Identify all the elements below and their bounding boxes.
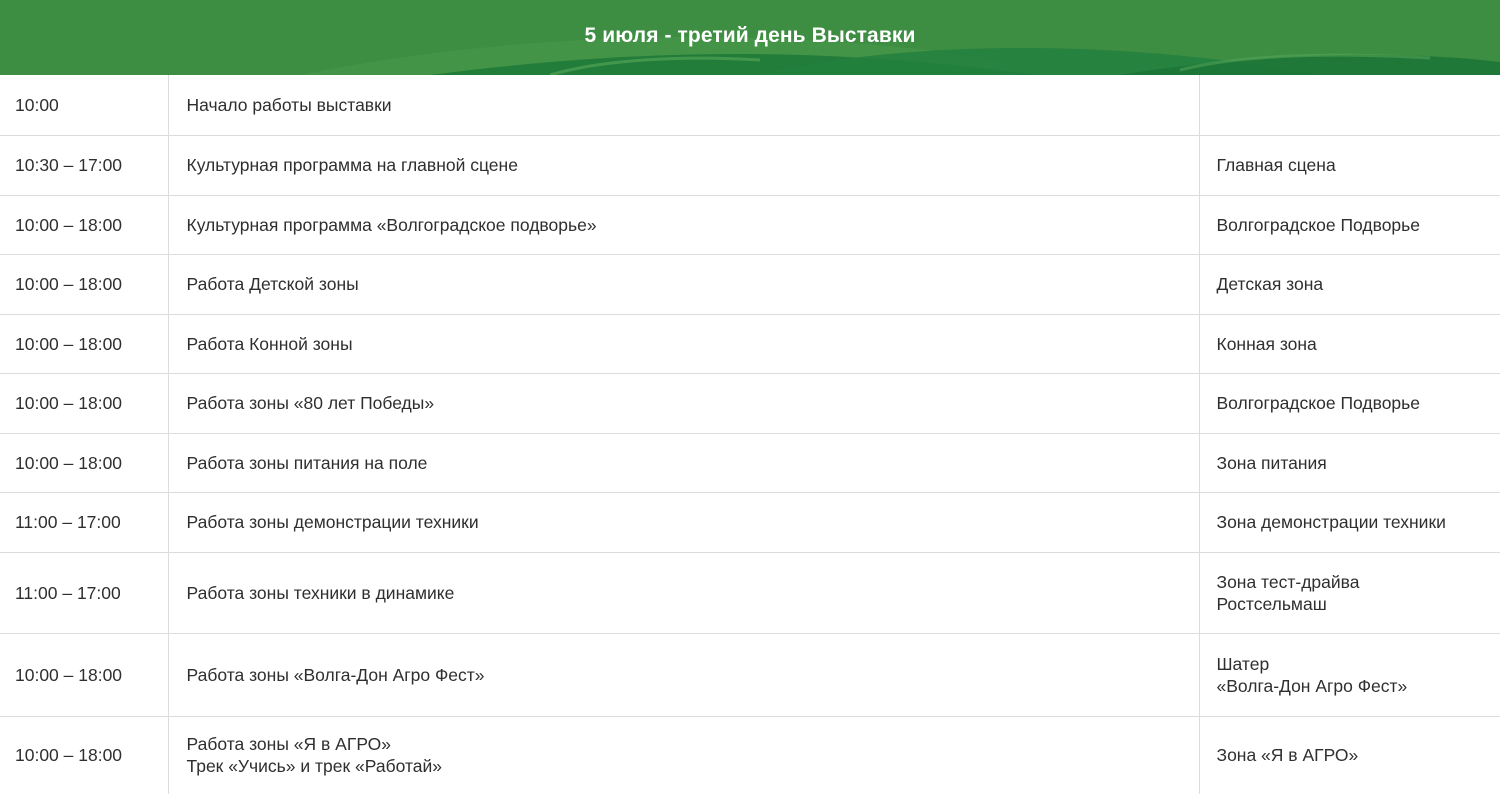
time-cell: 10:00 – 18:00 bbox=[0, 433, 168, 493]
place-cell: Шатер «Волга-Дон Агро Фест» bbox=[1199, 633, 1500, 717]
time-cell: 10:30 – 17:00 bbox=[0, 135, 168, 196]
time-cell: 10:00 – 18:00 bbox=[0, 633, 168, 717]
event-cell: Работа зоны «80 лет Победы» bbox=[167, 373, 1200, 434]
schedule-table: 10:00 Начало работы выставки 10:30 – 17:… bbox=[0, 75, 1500, 794]
event-cell: Работа зоны «Я в АГРО» Трек «Учись» и тр… bbox=[167, 716, 1200, 794]
event-cell: Работа зоны питания на поле bbox=[167, 433, 1200, 493]
place-cell: Зона тест-драйва Ростсельмаш bbox=[1199, 552, 1500, 634]
time-cell: 10:00 – 18:00 bbox=[0, 373, 168, 434]
time-cell: 10:00 bbox=[0, 75, 168, 136]
place-cell: Волгоградское Подворье bbox=[1199, 195, 1500, 255]
event-cell: Начало работы выставки bbox=[167, 75, 1200, 136]
event-cell: Работа Детской зоны bbox=[167, 254, 1200, 315]
place-cell: Детская зона bbox=[1199, 254, 1500, 315]
time-cell: 11:00 – 17:00 bbox=[0, 492, 168, 553]
place-cell: Зона «Я в АГРО» bbox=[1199, 716, 1500, 794]
table-row: 10:00 – 18:00 Работа Детской зоны Детска… bbox=[0, 254, 1500, 315]
event-cell: Работа зоны техники в динамике bbox=[167, 552, 1200, 634]
time-cell: 10:00 – 18:00 bbox=[0, 254, 168, 315]
event-cell: Культурная программа «Волгоградское подв… bbox=[167, 195, 1200, 255]
event-cell: Работа зоны демонстрации техники bbox=[167, 492, 1200, 553]
place-cell: Зона питания bbox=[1199, 433, 1500, 493]
time-cell: 11:00 – 17:00 bbox=[0, 552, 168, 634]
table-row: 10:00 – 18:00 Работа зоны «Волга-Дон Агр… bbox=[0, 633, 1500, 717]
place-cell bbox=[1199, 75, 1500, 136]
table-row: 11:00 – 17:00 Работа зоны демонстрации т… bbox=[0, 492, 1500, 553]
schedule-body: 10:00 Начало работы выставки 10:30 – 17:… bbox=[0, 75, 1500, 794]
event-cell: Работа Конной зоны bbox=[167, 314, 1200, 374]
event-cell: Культурная программа на главной сцене bbox=[167, 135, 1200, 196]
place-cell: Зона демонстрации техники bbox=[1199, 492, 1500, 553]
time-cell: 10:00 – 18:00 bbox=[0, 314, 168, 374]
table-row: 11:00 – 17:00 Работа зоны техники в дина… bbox=[0, 552, 1500, 634]
place-cell: Конная зона bbox=[1199, 314, 1500, 374]
event-cell: Работа зоны «Волга-Дон Агро Фест» bbox=[167, 633, 1200, 717]
place-cell: Главная сцена bbox=[1199, 135, 1500, 196]
place-cell: Волгоградское Подворье bbox=[1199, 373, 1500, 434]
page-title: 5 июля - третий день Выставки bbox=[584, 24, 916, 47]
time-cell: 10:00 – 18:00 bbox=[0, 716, 168, 794]
table-row: 10:30 – 17:00 Культурная программа на гл… bbox=[0, 135, 1500, 196]
table-row: 10:00 – 18:00 Культурная программа «Волг… bbox=[0, 195, 1500, 255]
time-cell: 10:00 – 18:00 bbox=[0, 195, 168, 255]
table-row: 10:00 Начало работы выставки bbox=[0, 75, 1500, 136]
day-header: 5 июля - третий день Выставки bbox=[0, 0, 1500, 75]
table-row: 10:00 – 18:00 Работа Конной зоны Конная … bbox=[0, 314, 1500, 374]
table-row: 10:00 – 18:00 Работа зоны питания на пол… bbox=[0, 433, 1500, 493]
table-row: 10:00 – 18:00 Работа зоны «Я в АГРО» Тре… bbox=[0, 716, 1500, 794]
table-row: 10:00 – 18:00 Работа зоны «80 лет Победы… bbox=[0, 373, 1500, 434]
